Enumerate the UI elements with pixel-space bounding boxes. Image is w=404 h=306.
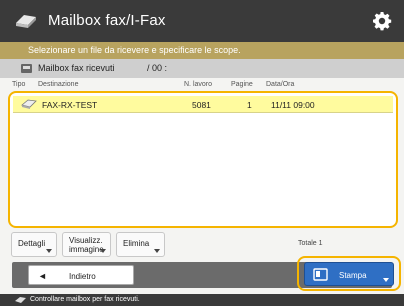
instruction-bar: Selezionare un file da ricevere e specif… [0,42,404,59]
row-name: FAX-RX-TEST [42,100,98,110]
row-pages: 1 [247,100,252,110]
back-button[interactable]: ◄ Indietro [28,265,134,285]
row-datetime: 11/11 09:00 [271,100,315,110]
window-title: Mailbox fax/I-Fax [48,12,166,29]
print-icon [313,268,328,281]
back-arrow-icon: ◄ [38,271,47,281]
fax-status-icon [15,297,26,303]
print-label: Stampa [339,271,367,280]
title-bar: Mailbox fax/I-Fax [0,0,404,42]
fax-document-icon [21,99,37,109]
mailbox-header: Mailbox fax ricevuti / 00 : [0,59,404,78]
mailbox-icon [21,64,32,73]
delete-label: Elimina [123,239,150,248]
details-label: Dettagli [18,239,46,248]
dropdown-arrow-icon [154,249,160,253]
gear-icon[interactable] [372,11,392,31]
table-row[interactable]: FAX-RX-TEST 5081 1 11/11 09:00 [13,96,393,113]
dropdown-arrow-icon [383,278,389,282]
screen: Mailbox fax/I-Fax Selezionare un file da… [0,0,404,306]
dropdown-arrow-icon [100,249,106,253]
view-image-label-line2: immagine [69,245,104,254]
view-image-button[interactable]: Visualizz. immagine [62,232,111,257]
col-destination: Destinazione [38,81,79,88]
file-list[interactable]: FAX-RX-TEST 5081 1 11/11 09:00 [8,91,398,228]
status-message: Controllare mailbox per fax ricevuti. [30,296,140,303]
fax-mailbox-icon [16,15,36,28]
row-job-number: 5081 [192,100,211,110]
status-bar: Controllare mailbox per fax ricevuti. [0,294,404,306]
mailbox-count: / 00 : [147,63,168,73]
mailbox-name: Mailbox fax ricevuti [38,63,115,73]
col-pages: Pagine [231,81,253,88]
dropdown-arrow-icon [46,249,52,253]
column-headers: Tipo Destinazione N. lavoro Pagine Data/… [0,79,404,91]
delete-button[interactable]: Elimina [116,232,165,257]
back-label: Indietro [69,272,96,281]
print-button[interactable]: Stampa [304,262,394,286]
total-count: Totale 1 [298,240,323,247]
col-job-number: N. lavoro [184,81,213,88]
col-type: Tipo [12,81,26,88]
view-image-label-line1: Visualizz. [69,236,103,245]
col-datetime: Data/Ora [266,81,295,88]
details-button[interactable]: Dettagli [11,232,57,257]
